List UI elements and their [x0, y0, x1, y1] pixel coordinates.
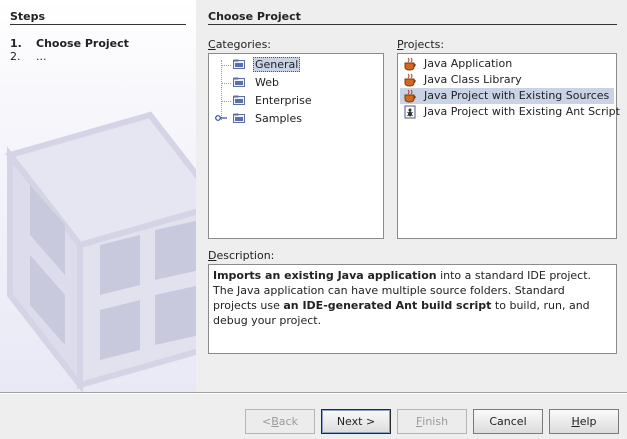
- tree-connector: [221, 101, 231, 102]
- coffee-cup-icon: [404, 73, 416, 87]
- step-number: 2.: [10, 50, 21, 63]
- title-divider: [208, 24, 617, 25]
- folder-icon: [233, 95, 245, 105]
- tree-connector: [221, 65, 231, 66]
- tree-item-enterprise[interactable]: Enterprise: [209, 92, 383, 110]
- cancel-button[interactable]: Cancel: [473, 409, 543, 434]
- list-item-label: Java Application: [424, 57, 513, 70]
- categories-label: Categories:: [208, 38, 272, 51]
- tree-item-label: General: [253, 57, 301, 72]
- expand-handle-icon[interactable]: [215, 114, 227, 122]
- steps-divider: [10, 24, 186, 25]
- tree-connector: [221, 83, 231, 84]
- coffee-cup-icon: [404, 89, 416, 103]
- cube-watermark: [4, 111, 196, 392]
- tree-item-label: Web: [255, 76, 279, 89]
- next-button[interactable]: Next >: [321, 409, 391, 434]
- steps-pane: Steps 1. Choose Project 2....: [0, 0, 196, 392]
- page-title: Choose Project: [208, 10, 301, 23]
- categories-tree[interactable]: General Web Enterprise Samples: [208, 53, 384, 239]
- projects-label: Projects:: [397, 38, 445, 51]
- steps-title: Steps: [10, 10, 46, 23]
- list-item-java-class-library[interactable]: Java Class Library: [400, 72, 614, 88]
- finish-button[interactable]: Finish: [397, 409, 467, 434]
- step-item-next: 2....: [10, 50, 47, 63]
- footer-divider-highlight: [0, 393, 627, 394]
- coffee-cup-icon: [404, 57, 416, 71]
- description-bold-1: Imports an existing Java application: [213, 269, 437, 282]
- description-bold-2: an IDE-generated Ant build script: [283, 299, 492, 312]
- tree-item-label: Enterprise: [255, 94, 312, 107]
- step-number: 1.: [10, 37, 22, 50]
- description-label: Description:: [208, 249, 275, 262]
- tree-item-samples[interactable]: Samples: [209, 110, 383, 128]
- list-item-label: Java Class Library: [424, 73, 522, 86]
- tree-item-label: Samples: [255, 112, 302, 125]
- list-item-label: Java Project with Existing Ant Script: [424, 105, 620, 118]
- description-text-area[interactable]: Imports an existing Java application int…: [208, 264, 617, 354]
- folder-icon: [233, 113, 245, 123]
- ant-script-icon: [404, 105, 416, 119]
- folder-icon: [233, 59, 245, 69]
- step-item-choose-project: 1. Choose Project: [10, 37, 129, 50]
- list-item-label: Java Project with Existing Sources: [424, 89, 610, 102]
- step-label: ...: [36, 50, 47, 63]
- list-item-java-application[interactable]: Java Application: [400, 56, 614, 72]
- folder-icon: [233, 77, 245, 87]
- projects-list[interactable]: Java Application Java Class Library Java…: [397, 53, 620, 239]
- step-label: Choose Project: [36, 37, 129, 50]
- list-item-java-project-existing-ant-script[interactable]: Java Project with Existing Ant Script: [400, 104, 620, 120]
- help-button[interactable]: Help: [549, 409, 619, 434]
- tree-item-web[interactable]: Web: [209, 74, 383, 92]
- tree-item-general[interactable]: General: [209, 56, 383, 74]
- list-item-java-project-existing-sources[interactable]: Java Project with Existing Sources: [400, 88, 614, 104]
- back-button[interactable]: < Back: [245, 409, 315, 434]
